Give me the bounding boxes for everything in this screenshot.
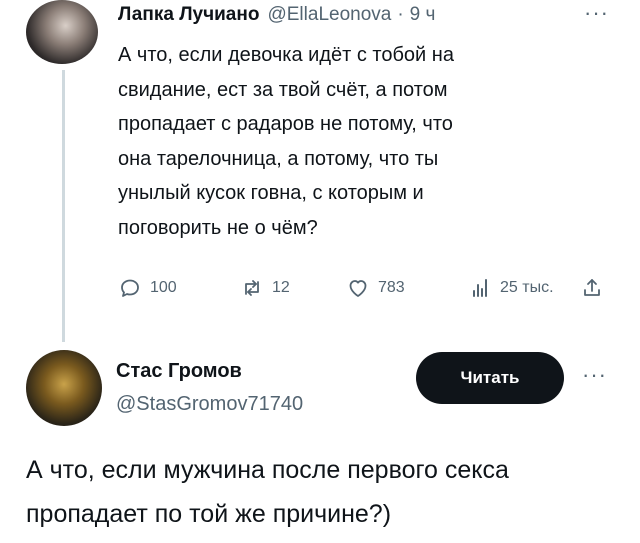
tweet-header: Лапка Лучиано @EllaLeonova · 9 ч <box>118 4 435 26</box>
more-options-icon[interactable]: ··· <box>584 0 609 26</box>
thread-line <box>62 70 65 342</box>
reply-icon <box>121 279 139 297</box>
retweet-icon <box>245 280 259 296</box>
reply-button[interactable]: 100 <box>118 276 177 300</box>
reply-header: Стас Громов @StasGromov71740 <box>116 360 303 416</box>
reply-count: 100 <box>150 279 177 296</box>
like-button[interactable]: 783 <box>346 276 405 300</box>
reply-author-name[interactable]: Стас Громов <box>116 360 303 383</box>
heart-icon <box>349 280 367 297</box>
author-name[interactable]: Лапка Лучиано <box>118 4 259 26</box>
tweet-text-line: А что, если девочка идёт с тобой на <box>118 44 454 66</box>
tweet-text-line: поговорить не о чём? <box>118 216 318 239</box>
share-button[interactable] <box>580 276 612 300</box>
views-count: 25 тыс. <box>500 279 554 296</box>
tweet-text-line: свидание, ест за твой счёт, а потом <box>118 78 448 101</box>
tweet-text-line: пропадает с радаров не потому, что <box>118 113 453 135</box>
avatar[interactable] <box>26 0 98 64</box>
reply-text: А что, если мужчина после первого секса … <box>26 448 626 536</box>
tweet-text-line: унылый кусок говна, с которым и <box>118 182 424 204</box>
tweet-time[interactable]: 9 ч <box>410 4 436 26</box>
reply-text-line: пропадает по той же причине?) <box>26 500 392 528</box>
like-count: 783 <box>378 279 405 296</box>
author-handle[interactable]: @EllaLeonova <box>267 4 391 26</box>
retweet-count: 12 <box>272 279 290 296</box>
action-bar: 100 12 783 25 тыс. <box>118 276 618 304</box>
separator-dot: · <box>397 4 404 25</box>
reply-text-line: А что, если мужчина после первого секса <box>26 456 509 484</box>
tweet-text: А что, если девочка идёт с тобой на свид… <box>118 38 588 245</box>
reply-author-handle[interactable]: @StasGromov71740 <box>116 393 303 416</box>
follow-button[interactable]: Читать <box>416 352 564 404</box>
retweet-button[interactable]: 12 <box>240 276 290 300</box>
views-button[interactable]: 25 тыс. <box>468 276 554 300</box>
tweet-original[interactable]: Лапка Лучиано @EllaLeonova · 9 ч ··· А ч… <box>0 0 640 342</box>
more-options-icon[interactable]: ··· <box>582 362 607 388</box>
share-icon <box>584 279 600 296</box>
tweet-text-line: она тарелочница, а потому, что ты <box>118 147 439 170</box>
reply-avatar[interactable] <box>26 350 102 426</box>
views-icon <box>473 279 487 297</box>
